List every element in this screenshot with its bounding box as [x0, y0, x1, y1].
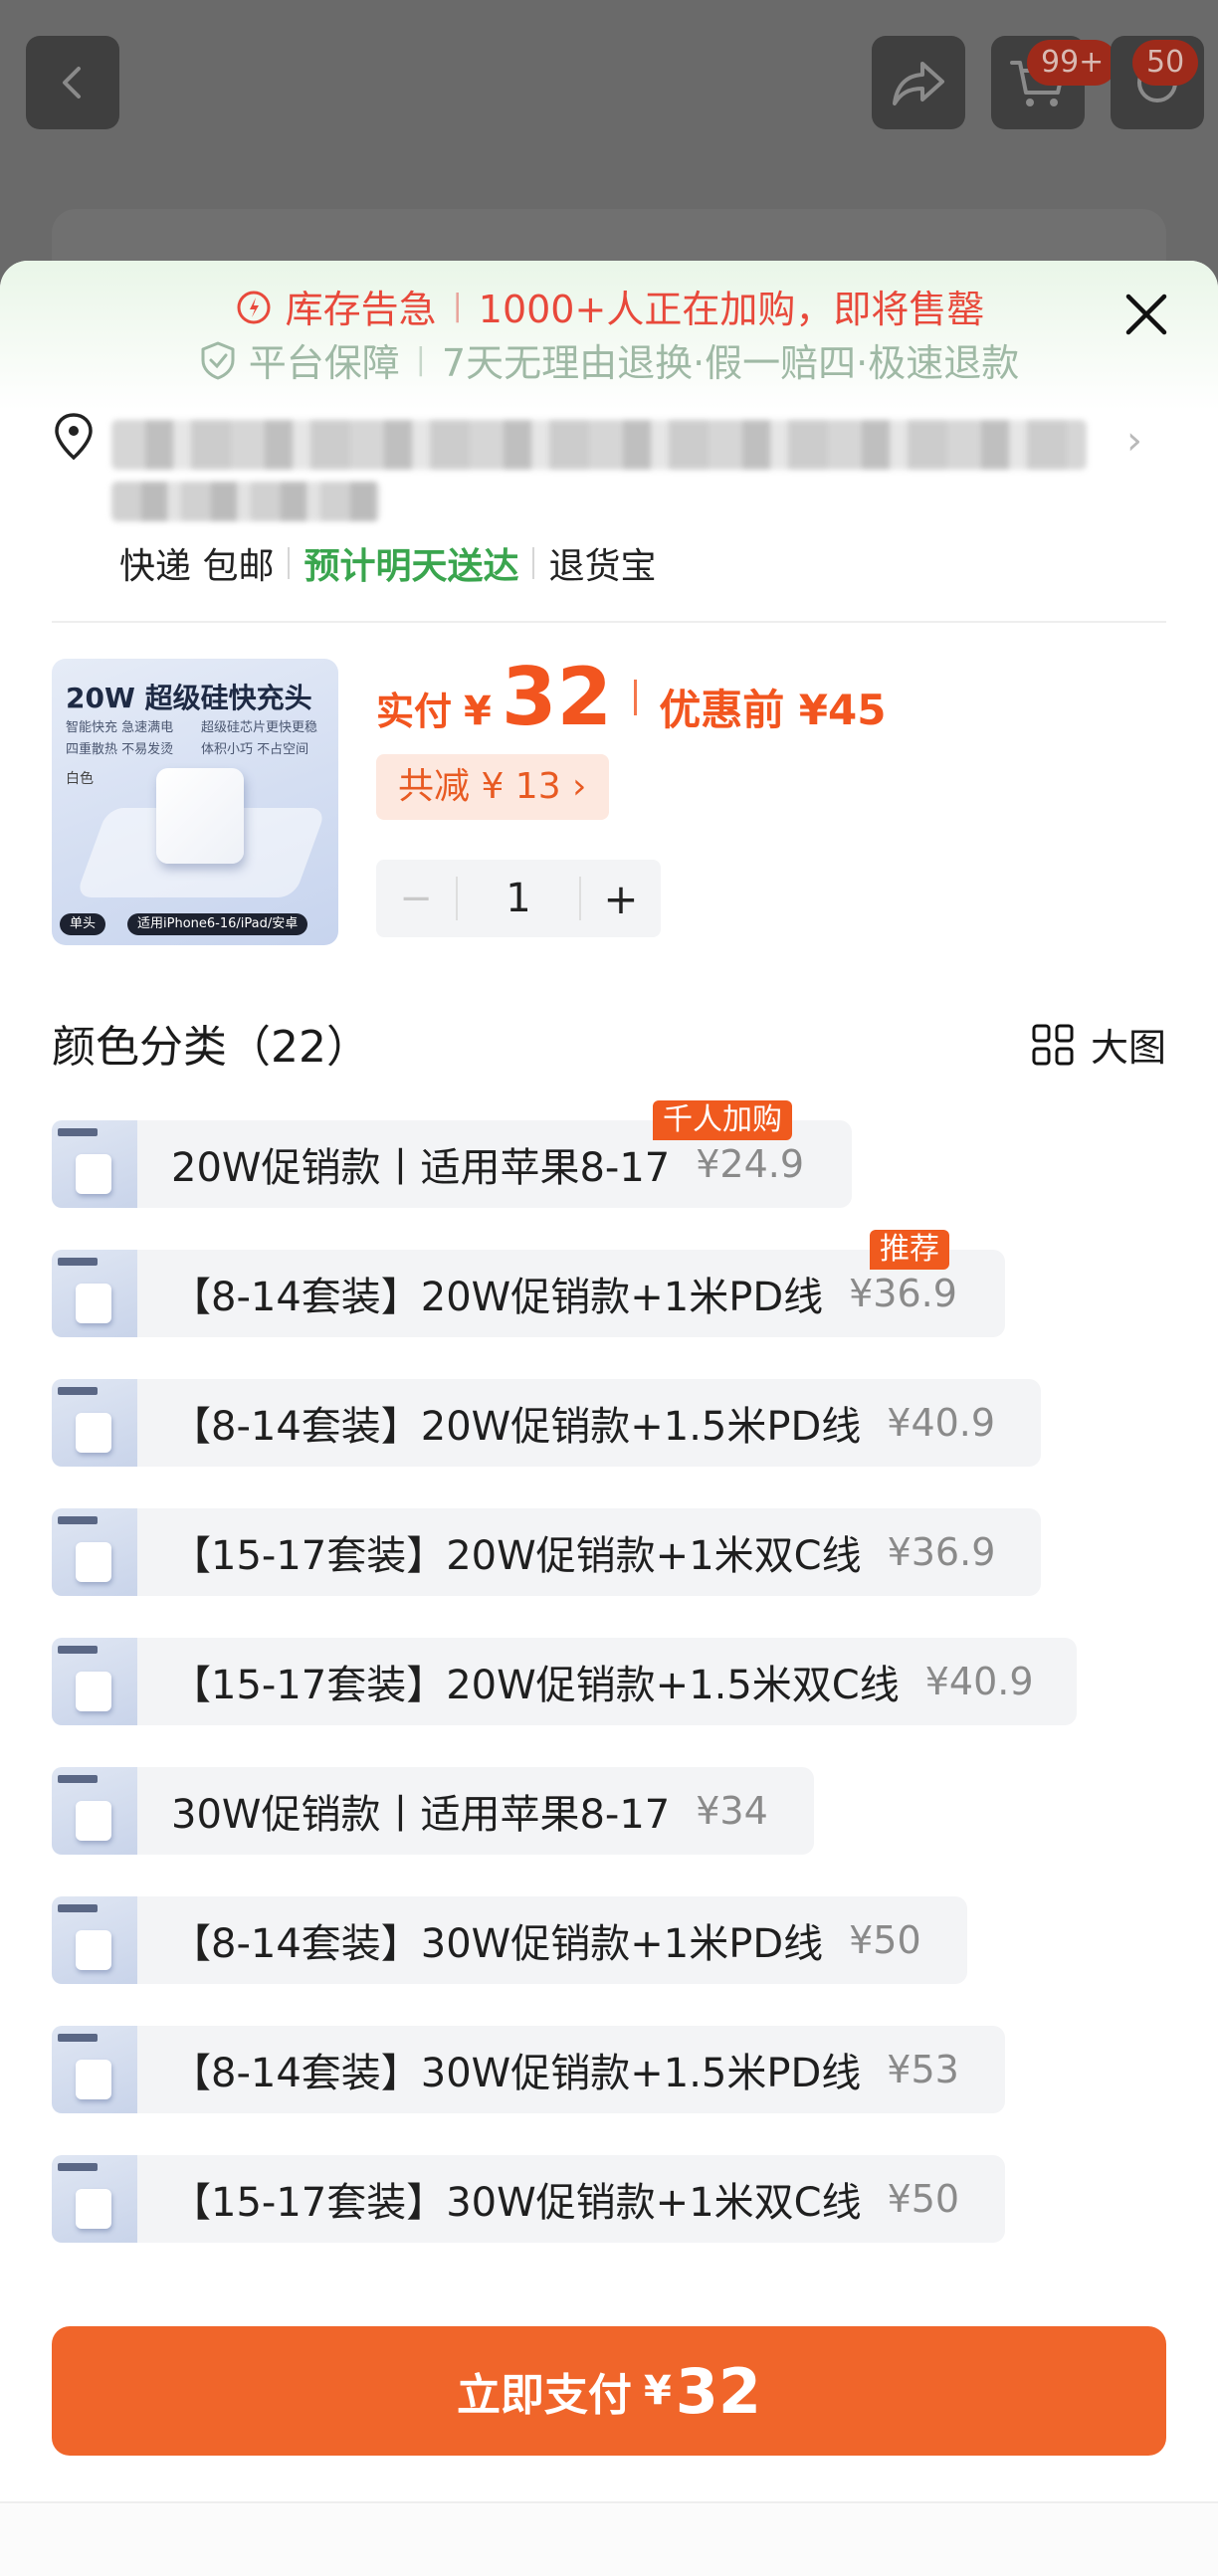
variant-thumbnail	[52, 2155, 137, 2243]
quantity-stepper: − 1 +	[376, 860, 661, 937]
divider	[634, 679, 638, 715]
variant-name: 20W促销款丨适用苹果8-17	[171, 1145, 671, 1191]
stock-alert-label: 库存告急	[285, 288, 437, 331]
section-divider	[52, 621, 1166, 623]
variant-name: 【15-17套装】20W促销款+1.5米双C线	[171, 1663, 900, 1708]
cart-count-badge: 99+	[1027, 40, 1118, 86]
variant-thumbnail	[52, 1508, 137, 1596]
delivery-info: 快递 包邮 预计明天送达 退货宝	[119, 537, 656, 589]
variant-price: ¥53	[887, 2048, 959, 2091]
grid-icon	[1032, 1024, 1074, 1065]
variant-price: ¥40.9	[887, 1401, 996, 1445]
variant-name: 30W促销款丨适用苹果8-17	[171, 1792, 671, 1838]
variant-option[interactable]: 【8-14套装】30W促销款+1米PD线 ¥50	[52, 1896, 967, 1984]
variant-name: 【8-14套装】20W促销款+1米PD线	[171, 1275, 824, 1320]
variant-name: 【8-14套装】20W促销款+1.5米PD线	[171, 1404, 862, 1450]
list-fade	[0, 2255, 1218, 2324]
variant-option[interactable]: 【15-17套装】20W促销款+1米双C线 ¥36.9	[52, 1508, 1041, 1596]
variant-thumbnail	[52, 1896, 137, 1984]
variant-price: ¥40.9	[924, 1660, 1034, 1703]
quantity-input[interactable]: 1	[456, 877, 581, 920]
currency-symbol: ¥	[464, 689, 492, 734]
variant-thumbnail	[52, 1379, 137, 1467]
back-button[interactable]	[26, 36, 119, 129]
pay-now-label: 立即支付	[456, 2370, 632, 2421]
variant-option-partial[interactable]: 【15-17套装】30W促销款+1米双C线 ¥50	[52, 2155, 1005, 2243]
variant-thumbnail	[52, 1638, 137, 1725]
close-button[interactable]	[1118, 287, 1174, 342]
sku-selection-sheet: 库存告急 | 1000+人正在加购，即将售罄 平台保障 | 7天无理由退换·假一…	[0, 261, 1218, 2576]
variant-name: 【15-17套装】20W促销款+1米双C线	[171, 1533, 862, 1579]
variant-section-title: 颜色分类（22）	[52, 1022, 370, 1073]
variant-option[interactable]: 【8-14套装】20W促销款+1.5米PD线 ¥40.9	[52, 1379, 1041, 1467]
variant-thumbnail	[52, 1250, 137, 1337]
product-image-feature: 体积小巧 不占空间	[201, 742, 309, 757]
variant-thumbnail	[52, 2026, 137, 2113]
pay-now-amount: 32	[675, 2354, 762, 2428]
variant-price: ¥34	[696, 1789, 768, 1833]
share-icon	[893, 62, 944, 105]
address-redacted-line-1[interactable]	[111, 420, 1087, 470]
increment-button[interactable]: +	[581, 875, 661, 923]
variant-thumbnail	[52, 1767, 137, 1855]
variant-option[interactable]: 30W促销款丨适用苹果8-17 ¥34	[52, 1767, 814, 1855]
delivery-method: 快递 包邮	[119, 546, 275, 587]
chevron-left-icon	[63, 67, 81, 99]
product-image[interactable]: 20W 超级硅快充头 智能快充 急速满电 超级硅芯片更快更稳 四重散热 不易发烫…	[52, 659, 338, 945]
product-image-tag: 单头	[60, 913, 106, 935]
variant-option[interactable]: 【15-17套装】20W促销款+1.5米双C线 ¥40.9	[52, 1638, 1077, 1725]
variant-name: 【8-14套装】30W促销款+1米PD线	[171, 1921, 824, 1967]
variant-tag-badge: 千人加购	[653, 1100, 792, 1140]
variant-price: ¥36.9	[887, 1530, 996, 1574]
divider	[288, 547, 291, 579]
share-button[interactable]	[872, 36, 965, 129]
variant-price: ¥36.9	[849, 1272, 957, 1315]
stock-alert-banner: 库存告急 | 1000+人正在加购，即将售罄	[0, 279, 1218, 333]
variant-price: ¥50	[887, 2177, 960, 2221]
divider: |	[415, 342, 426, 377]
price-summary: 实付 ¥ 32 优惠前 ¥45	[376, 651, 886, 743]
variant-price: ¥24.9	[696, 1142, 805, 1186]
variant-name: 【8-14套装】30W促销款+1.5米PD线	[171, 2051, 862, 2096]
shield-check-icon	[201, 341, 235, 379]
bottom-safe-area	[0, 2503, 1218, 2576]
guarantee-label: 平台保障	[248, 341, 400, 385]
original-price: 优惠前 ¥45	[659, 686, 887, 734]
variant-option[interactable]: 【8-14套装】20W促销款+1米PD线 ¥36.9 推荐	[52, 1230, 1005, 1337]
divider: |	[452, 289, 463, 323]
close-icon	[1125, 294, 1167, 335]
currency-symbol: ¥	[643, 2368, 672, 2414]
decrement-button[interactable]: −	[376, 876, 456, 921]
message-count-badge: 50	[1132, 40, 1199, 86]
stock-alert-detail: 1000+人正在加购，即将售罄	[478, 288, 985, 331]
product-image-color: 白色	[66, 771, 94, 787]
divider	[532, 547, 535, 579]
product-image-feature: 四重散热 不易发烫	[66, 742, 174, 757]
pay-now-button[interactable]: 立即支付 ¥ 32	[52, 2326, 1166, 2456]
product-image-feature: 超级硅芯片更快更稳	[201, 720, 318, 735]
variant-price: ¥50	[849, 1918, 921, 1962]
variant-thumbnail	[52, 1120, 137, 1208]
alarm-icon	[237, 291, 271, 323]
chevron-right-icon[interactable]: ›	[1126, 418, 1142, 464]
product-image-title: 20W 超级硅快充头	[66, 682, 312, 714]
product-image-tag: 适用iPhone6-16/iPad/安卓	[127, 913, 308, 935]
variant-option[interactable]: 【8-14套装】30W促销款+1.5米PD线 ¥53	[52, 2026, 1005, 2113]
guarantee-banner: 平台保障 | 7天无理由退换·假一赔四·极速退款	[0, 332, 1218, 387]
pay-amount: 32	[501, 651, 613, 743]
variant-option[interactable]: 20W促销款丨适用苹果8-17 ¥24.9 千人加购	[52, 1100, 852, 1208]
location-pin-icon	[55, 413, 93, 461]
variant-name: 【15-17套装】30W促销款+1米双C线	[171, 2180, 862, 2226]
variant-tag-badge: 推荐	[870, 1230, 949, 1270]
discount-detail-button[interactable]: 共减 ¥ 13 ›	[376, 754, 609, 820]
address-redacted-line-2	[111, 482, 380, 521]
charger-illustration	[156, 768, 244, 864]
guarantee-detail: 7天无理由退换·假一赔四·极速退款	[441, 341, 1020, 385]
product-image-feature: 智能快充 急速满电	[66, 720, 174, 735]
return-insurance: 退货宝	[548, 546, 657, 587]
big-image-label: 大图	[1090, 1026, 1166, 1070]
big-image-toggle[interactable]: 大图	[1031, 1017, 1166, 1072]
pay-label: 实付	[376, 690, 453, 733]
delivery-eta: 预计明天送达	[304, 546, 519, 587]
